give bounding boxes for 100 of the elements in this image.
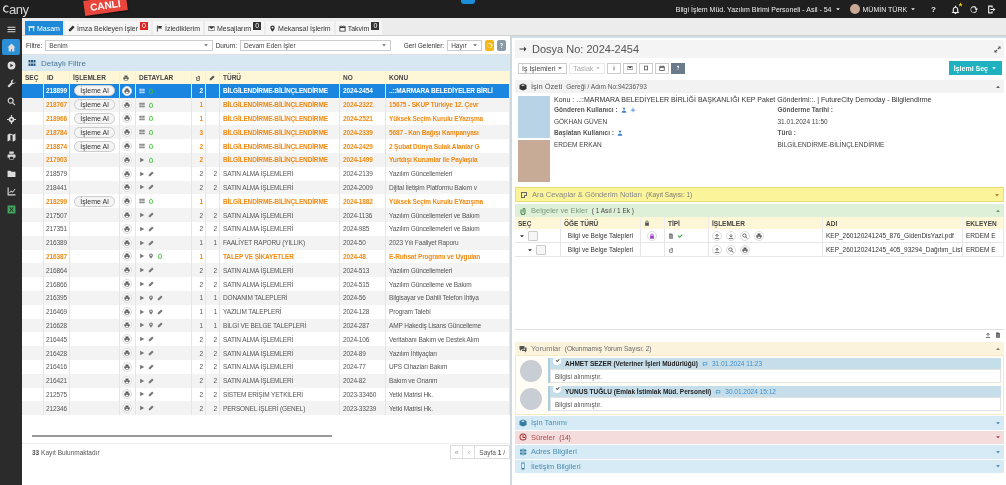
square-button[interactable] [639,62,654,74]
star-icon [958,1,963,7]
printer-icon [124,212,130,219]
printer-button[interactable] [754,230,764,241]
search-button[interactable] [726,244,736,255]
upload-button[interactable] [712,244,722,255]
printer-icon [742,246,748,253]
printer-button[interactable] [740,244,750,255]
printer-icon [124,184,130,191]
printer-icon [124,336,130,343]
clock-icon [519,433,527,442]
print-button[interactable] [122,85,132,96]
paperclip-icon [519,206,527,215]
print-button[interactable] [122,182,132,193]
printer-icon [124,170,130,177]
printer-icon [124,267,130,274]
printer-icon [124,87,130,94]
print-button[interactable] [122,210,132,221]
print-button[interactable] [122,113,132,124]
printer-icon [124,405,130,412]
print-button[interactable] [122,292,132,303]
wrench-icon [6,78,16,88]
document-icon [995,332,1001,338]
document-icon [668,232,674,239]
panel-handle[interactable] [461,0,475,4]
print-button[interactable] [122,348,132,359]
caret-down-icon [995,463,1001,470]
caret-down-icon [991,65,997,71]
print-button[interactable] [122,403,132,414]
caret-down-icon [380,42,387,48]
lock-button[interactable] [647,230,657,241]
print-button[interactable] [122,141,132,152]
checkbox[interactable] [536,244,546,255]
help-button[interactable] [671,62,686,74]
search-button[interactable] [740,230,750,241]
grid-icon [28,59,36,67]
download-icon [728,232,734,239]
help-button[interactable] [496,39,506,51]
bell-icon [157,253,163,260]
avatar-circle [849,4,860,14]
grid-icon [139,198,145,205]
grid-icon [139,129,145,136]
bell-icon [148,129,154,136]
printer-icon [124,239,130,246]
help-icon [675,65,682,71]
printer-icon [124,322,130,329]
printer-icon [124,225,130,232]
caret-down-icon [834,6,841,12]
live-badge: CANLI [83,0,128,16]
print-button[interactable] [122,306,132,317]
pin-icon [148,253,154,260]
cube-icon [519,418,527,427]
printer-icon [124,294,130,301]
spreadsheet-icon [6,204,16,214]
photo-placeholder [518,96,550,138]
print-button[interactable] [122,279,132,290]
expand-icon [993,45,1001,53]
chat-icon [701,360,708,367]
printer-icon [124,363,130,370]
print-button[interactable] [122,223,132,234]
print-button[interactable] [122,196,132,207]
pin-icon [148,294,154,301]
pin-icon [148,322,154,329]
upload-icon [714,246,720,253]
bell-icon [148,101,154,108]
printer-icon [124,143,130,150]
check-icon [554,386,560,391]
print-button[interactable] [122,375,132,386]
print-button[interactable] [122,237,132,248]
print-button[interactable] [122,127,132,138]
print-button[interactable] [122,320,132,331]
print-button[interactable] [122,99,132,110]
print-button[interactable] [122,334,132,345]
detail-filter-bar[interactable]: Detaylı Filtre [22,55,510,71]
checkbox[interactable] [528,230,538,241]
print-button[interactable] [122,251,132,262]
print-button[interactable] [122,389,132,400]
help-link[interactable]: ? [925,4,942,14]
print-button[interactable] [122,168,132,179]
printer-icon [124,350,130,357]
print-button[interactable] [122,361,132,372]
lock-icon [649,232,655,239]
pin-icon [148,308,154,315]
download-button[interactable] [726,230,736,241]
calendar-icon [338,24,346,32]
caret-up-icon [995,83,1001,90]
horizontal-scrollbar[interactable] [32,435,332,438]
mail-button[interactable] [623,62,638,74]
print-button[interactable] [122,265,132,276]
pin-icon [269,24,277,32]
bell-icon [148,87,154,94]
printer-icon [124,115,130,122]
pen-icon [67,24,75,32]
pencil-icon [209,74,215,81]
calendar-button[interactable] [655,62,670,74]
printer-icon [124,129,130,136]
upload-button[interactable] [712,230,722,241]
avatar-circle [520,359,542,382]
print-button[interactable] [122,154,132,165]
printer-icon [6,150,16,160]
